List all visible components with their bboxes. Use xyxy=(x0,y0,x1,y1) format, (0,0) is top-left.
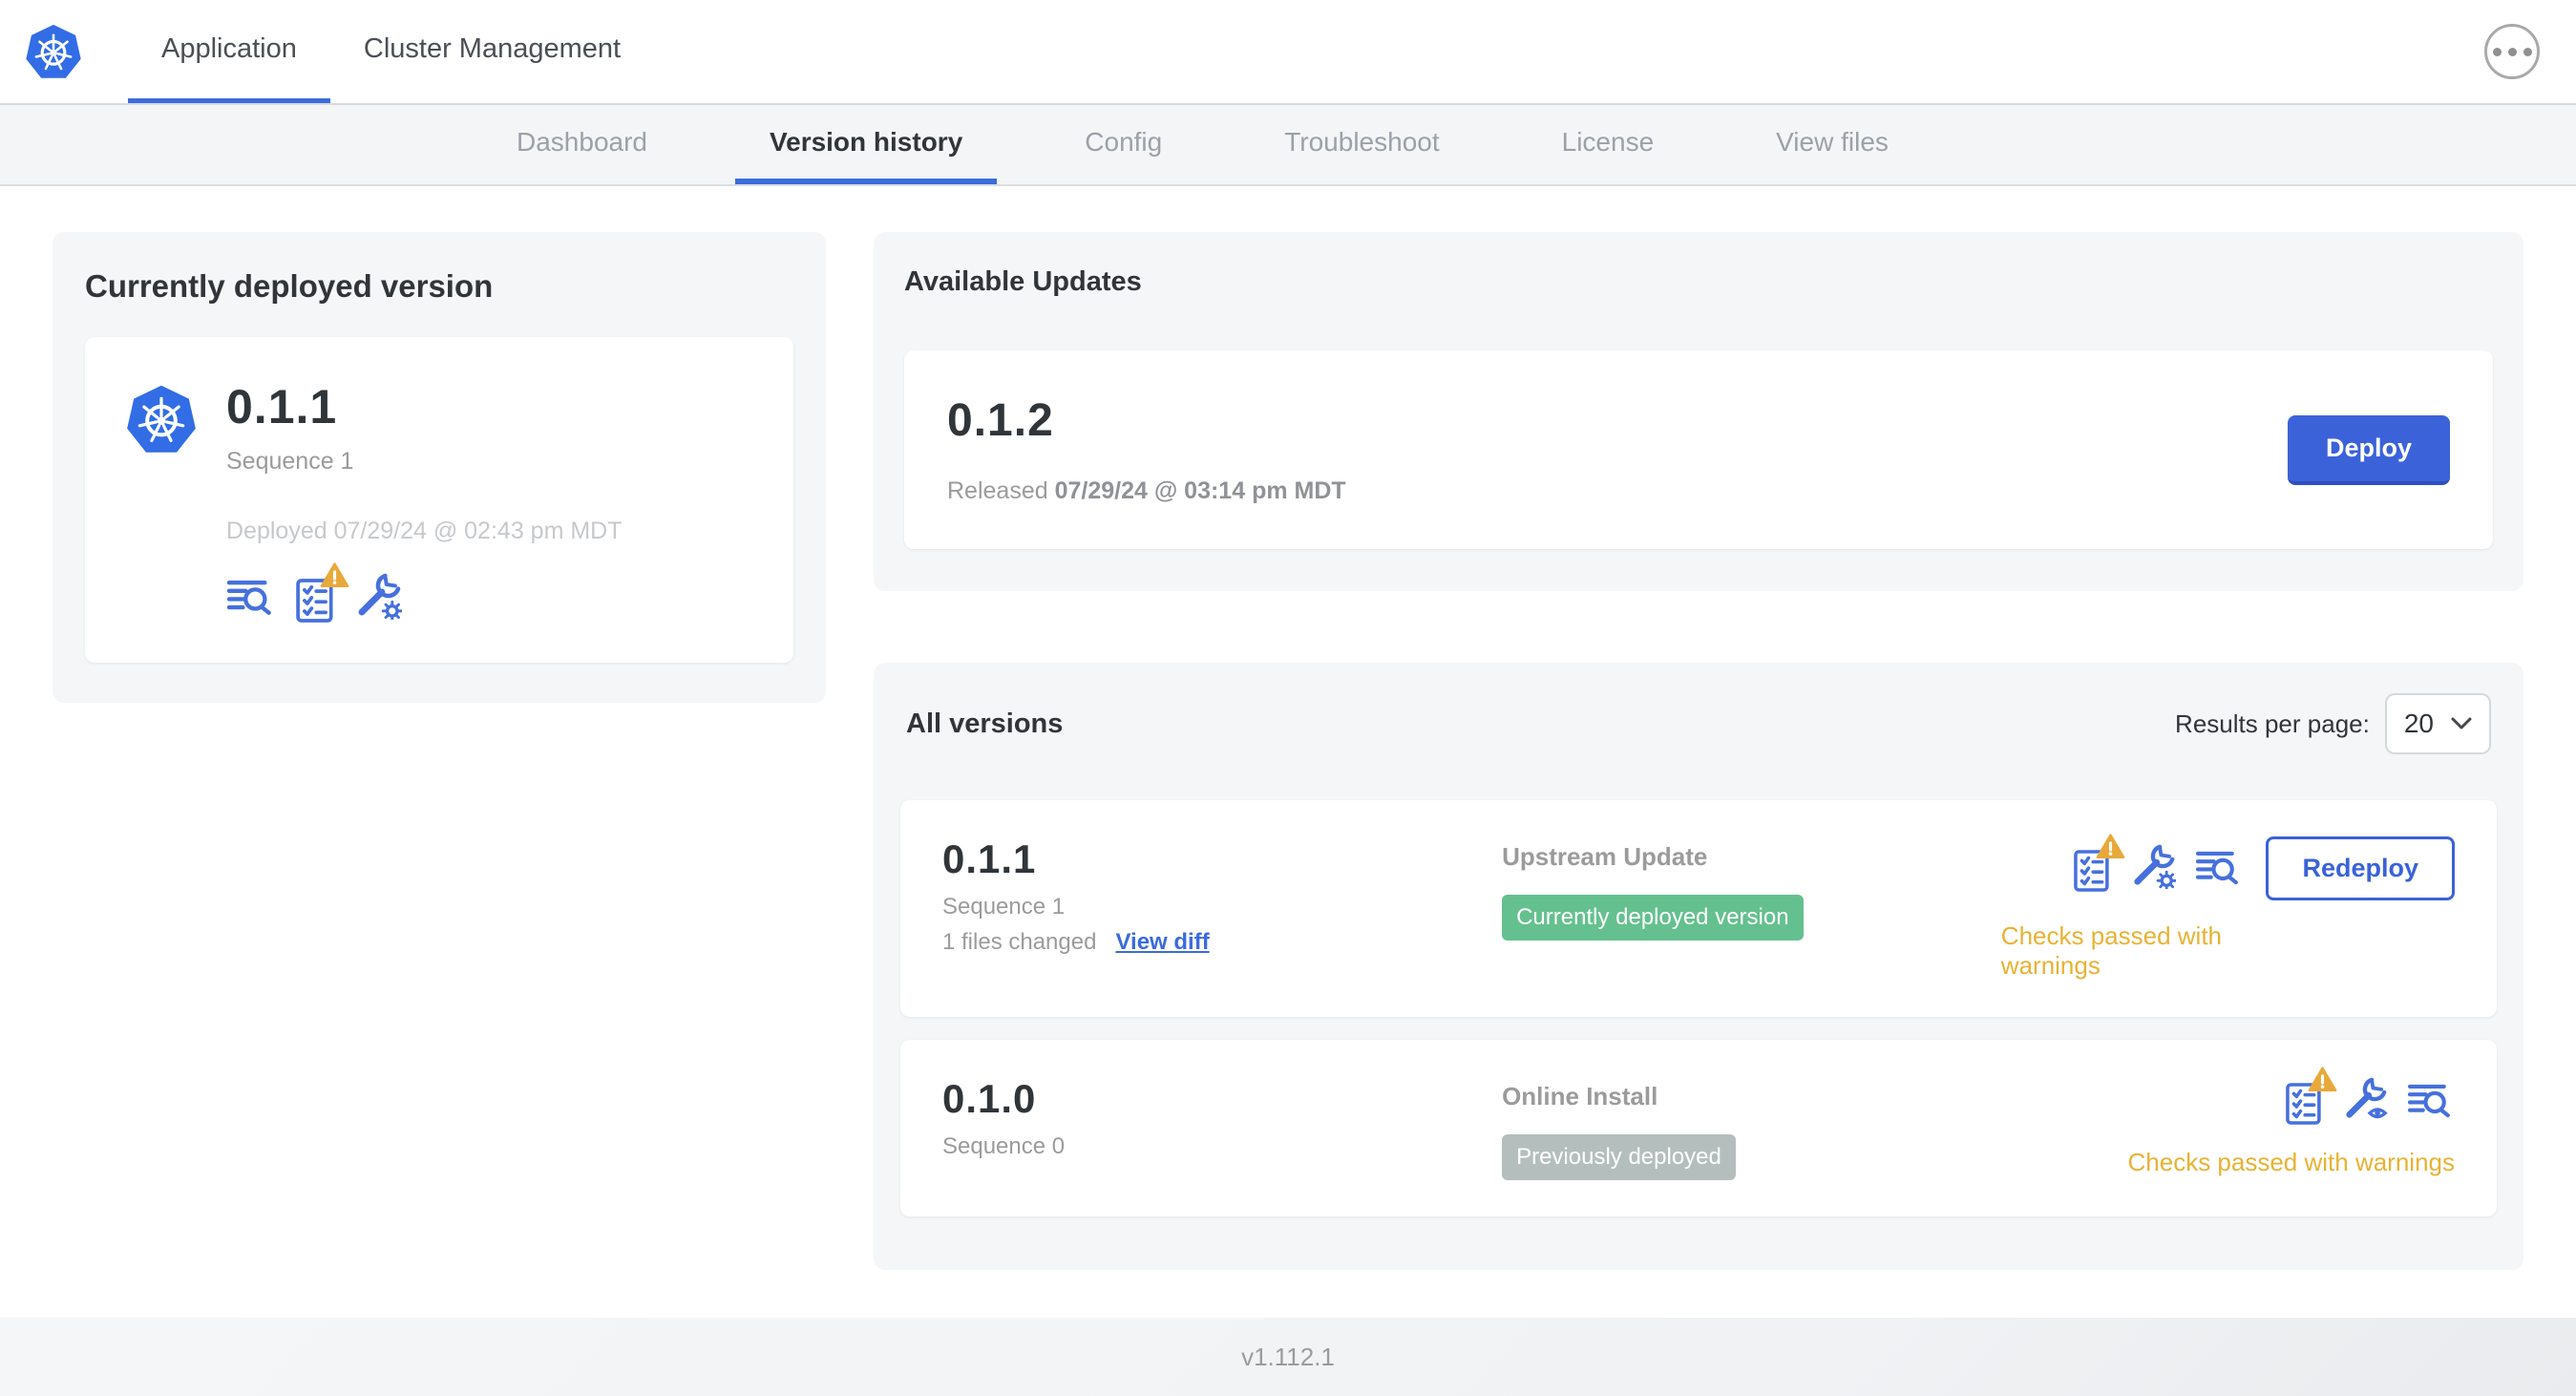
kubernetes-logo-icon xyxy=(23,21,84,82)
dot xyxy=(2523,47,2532,56)
chevron-down-icon xyxy=(2451,717,2472,730)
status-badge-currently-deployed: Currently deployed version xyxy=(1502,895,1804,941)
ellipsis-menu-icon[interactable] xyxy=(2484,24,2540,79)
release-notes-icon[interactable] xyxy=(2195,847,2243,894)
tab-cluster-management-label: Cluster Management xyxy=(363,33,622,64)
deployed-version-number: 0.1.1 xyxy=(226,380,338,434)
tab-cluster-management[interactable]: Cluster Management xyxy=(330,0,654,103)
deployed-sequence: Sequence 1 xyxy=(226,448,354,475)
warning-triangle-icon xyxy=(2308,1067,2337,1092)
results-per-page-value: 20 xyxy=(2403,709,2434,738)
preflight-checks-warning-icon[interactable] xyxy=(295,562,349,624)
tab-dashboard[interactable]: Dashboard xyxy=(482,105,682,184)
currently-deployed-title: Currently deployed version xyxy=(85,268,494,304)
row-sequence: Sequence 1 xyxy=(942,894,1066,920)
edit-config-icon[interactable] xyxy=(354,572,403,624)
header-tabs: Application Cluster Management xyxy=(128,0,654,103)
tab-view-files-label: View files xyxy=(1776,126,1889,157)
row-source-label: Upstream Update xyxy=(1502,842,1708,871)
update-row: 0.1.2 Released 07/29/24 @ 03:14 pm MDT D… xyxy=(904,350,2493,549)
warning-triangle-icon xyxy=(320,562,349,588)
deploy-button[interactable]: Deploy xyxy=(2287,414,2450,485)
tab-troubleshoot-label: Troubleshoot xyxy=(1284,126,1440,157)
dot xyxy=(2507,47,2517,56)
version-row-0-1-1: 0.1.1 Sequence 1 1 files changed View di… xyxy=(900,800,2497,1017)
files-changed-label: 1 files changed xyxy=(942,929,1097,955)
released-date: 07/29/24 @ 03:14 pm MDT xyxy=(1054,477,1346,504)
currently-deployed-card: Currently deployed version 0.1.1 Sequenc… xyxy=(53,232,826,703)
release-notes-icon[interactable] xyxy=(226,576,276,624)
checks-status-text[interactable]: Checks passed with warnings xyxy=(2001,921,2256,981)
app-subnav: Dashboard Version history Config Trouble… xyxy=(0,105,2576,186)
update-version-number: 0.1.2 xyxy=(947,395,1054,446)
checks-status-text[interactable]: Checks passed with warnings xyxy=(2128,1148,2456,1177)
tab-license[interactable]: License xyxy=(1528,105,1689,184)
redeploy-button[interactable]: Redeploy xyxy=(2266,836,2455,900)
status-badge-previously-deployed: Previously deployed xyxy=(1502,1134,1736,1180)
console-version: v1.112.1 xyxy=(1241,1342,1335,1371)
tab-license-label: License xyxy=(1561,126,1655,157)
tab-dashboard-label: Dashboard xyxy=(517,126,647,157)
tab-config[interactable]: Config xyxy=(1050,105,1196,184)
results-per-page-label: Results per page: xyxy=(2175,709,2370,738)
row-version-number: 0.1.1 xyxy=(942,836,1037,881)
row-source-label: Online Install xyxy=(1502,1082,1658,1110)
release-notes-icon[interactable] xyxy=(2407,1080,2455,1127)
all-versions-card: All versions Results per page: 20 0.1.1 … xyxy=(874,663,2523,1270)
row-sequence: Sequence 0 xyxy=(942,1133,1066,1159)
kubernetes-app-icon xyxy=(123,381,200,457)
footer: v1.112.1 xyxy=(0,1318,2576,1396)
tab-troubleshoot[interactable]: Troubleshoot xyxy=(1250,105,1473,184)
tab-application[interactable]: Application xyxy=(128,0,330,103)
tab-view-files[interactable]: View files xyxy=(1742,105,1923,184)
version-row-0-1-0: 0.1.0 Sequence 0 Online Install Previous… xyxy=(900,1040,2497,1216)
deployed-version-panel: 0.1.1 Sequence 1 Deployed 07/29/24 @ 02:… xyxy=(85,337,793,663)
released-label: Released xyxy=(947,477,1048,504)
all-versions-title: All versions xyxy=(906,708,1064,739)
update-released-line: Released 07/29/24 @ 03:14 pm MDT xyxy=(947,477,1346,505)
view-config-icon[interactable] xyxy=(2342,1076,2388,1127)
tab-version-history-label: Version history xyxy=(769,126,963,157)
dot xyxy=(2492,47,2502,56)
available-updates-card: Available Updates 0.1.2 Released 07/29/2… xyxy=(874,232,2523,591)
preflight-checks-warning-icon[interactable] xyxy=(2285,1067,2337,1127)
row-version-number: 0.1.0 xyxy=(942,1076,1037,1121)
preflight-checks-warning-icon[interactable] xyxy=(2073,834,2125,894)
main-content: Currently deployed version 0.1.1 Sequenc… xyxy=(0,186,2576,1318)
results-per-page-select[interactable]: 20 xyxy=(2384,693,2491,754)
tab-config-label: Config xyxy=(1085,126,1163,157)
tab-version-history[interactable]: Version history xyxy=(734,105,998,184)
view-diff-link[interactable]: View diff xyxy=(1115,929,1209,956)
edit-config-icon[interactable] xyxy=(2130,843,2178,894)
deployed-timestamp: Deployed 07/29/24 @ 02:43 pm MDT xyxy=(226,518,623,544)
tab-application-label: Application xyxy=(161,33,297,64)
warning-triangle-icon xyxy=(2097,834,2125,859)
top-bar: Application Cluster Management xyxy=(0,0,2576,105)
available-updates-title: Available Updates xyxy=(904,266,1142,297)
